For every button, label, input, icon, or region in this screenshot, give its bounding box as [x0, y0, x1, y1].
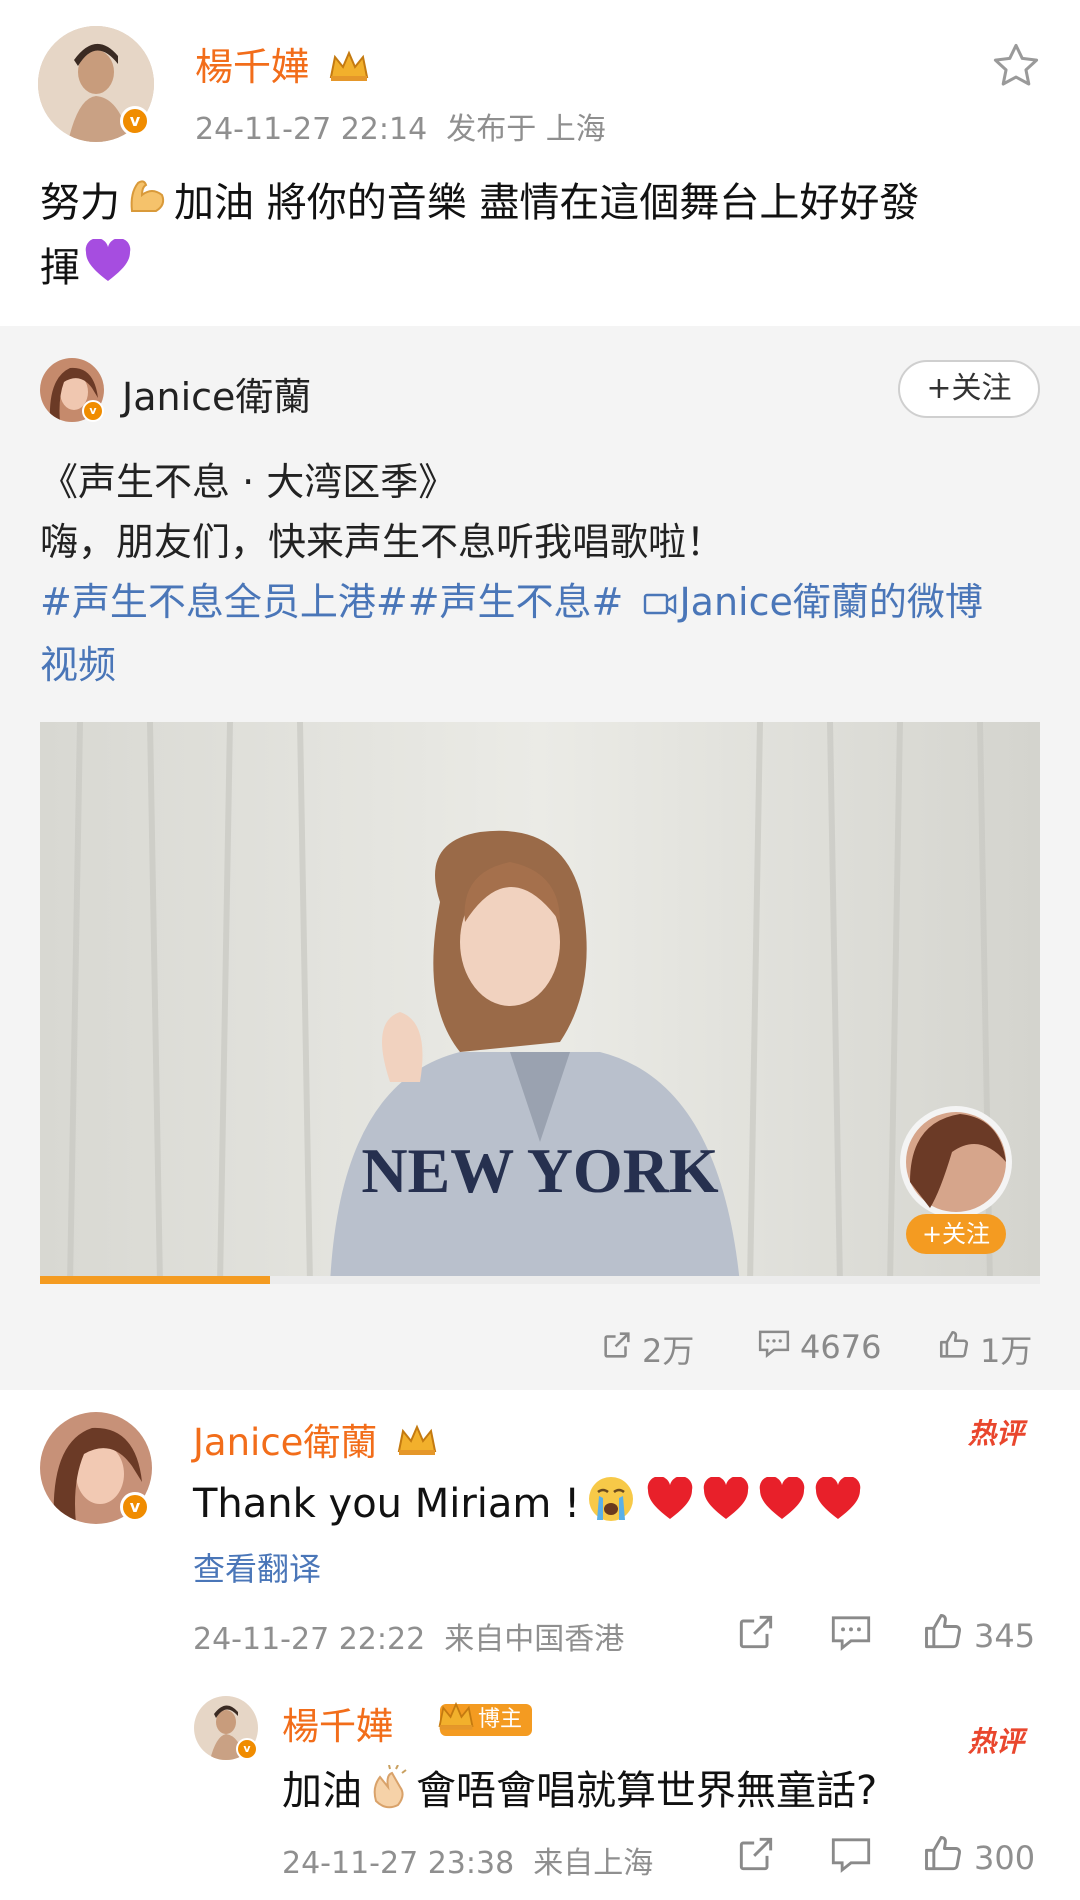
reply-share-icon[interactable] — [734, 1832, 778, 1880]
follow-button[interactable]: +关注 — [898, 360, 1040, 418]
comment-icon — [756, 1326, 792, 1368]
crown-icon — [327, 48, 371, 92]
reply-comment-icon[interactable] — [828, 1832, 874, 1880]
video-player[interactable]: NEW YORK — [40, 722, 1040, 1284]
comment-meta: 24-11-27 22:22 来自中国香港 — [193, 1614, 624, 1658]
post-time: 24-11-27 22:14 — [195, 112, 428, 147]
reply-time: 24-11-27 23:38 — [282, 1846, 515, 1881]
translate-link[interactable]: 查看翻译 — [193, 1544, 321, 1590]
video-progress-bar[interactable] — [40, 1276, 1040, 1284]
video-camera-icon — [643, 575, 677, 635]
comment-like-button[interactable]: 345 — [920, 1610, 1035, 1662]
comment-count[interactable]: 4676 — [756, 1326, 881, 1368]
flexed-biceps-icon — [124, 173, 170, 237]
crown-icon — [395, 1423, 439, 1466]
hot-comment-badge: 热评 — [968, 1725, 1025, 1758]
post-meta: 24-11-27 22:14 发布于 上海 — [195, 104, 606, 148]
video-follow-button[interactable]: +关注 — [906, 1214, 1006, 1254]
comment-share-icon[interactable] — [734, 1610, 778, 1658]
crying-face-icon — [586, 1474, 636, 1534]
video-progress-fill — [40, 1276, 270, 1284]
purple-heart-icon — [84, 238, 132, 301]
video-link-continuation[interactable]: 视频 — [40, 635, 1050, 695]
verified-badge-icon: v — [120, 106, 150, 136]
verified-badge-icon: v — [236, 1738, 258, 1760]
thumbs-up-icon — [920, 1610, 966, 1662]
reply-meta: 24-11-27 23:38 来自上海 — [282, 1838, 653, 1882]
post-text: 努力 加油 將你的音樂 盡情在這個舞台上好好發 揮 — [40, 172, 1040, 301]
red-heart-icon — [646, 1476, 694, 1531]
red-heart-icon — [702, 1476, 750, 1531]
comment-location: 来自中国香港 — [444, 1622, 625, 1657]
thumbs-up-icon — [936, 1328, 972, 1370]
reply-text: 加油 會唔會唱就算世界無童話? — [282, 1758, 877, 1821]
reply-like-button[interactable]: 300 — [920, 1832, 1035, 1884]
comment-reply-icon[interactable] — [828, 1610, 874, 1658]
like-count[interactable]: 1万 — [936, 1326, 1032, 1372]
comment-text: Thank you Miriam ! — [193, 1474, 866, 1534]
repost-text: 《声生不息 · 大湾区季》 嗨，朋友们，快来声生不息听我唱歌啦！ #声生不息全员… — [40, 452, 1050, 695]
video-frame: NEW YORK — [40, 722, 1040, 1284]
reply-author-name[interactable]: 楊千嬅 — [282, 1696, 393, 1750]
blogger-badge: 博主 — [438, 1701, 533, 1736]
thumbs-up-icon — [920, 1832, 966, 1884]
reply-location: 来自上海 — [533, 1846, 654, 1881]
shirt-print-text: NEW YORK — [361, 1135, 719, 1206]
comment-author-name[interactable]: Janice衛蘭 — [193, 1412, 439, 1466]
clapping-hands-icon — [366, 1764, 412, 1821]
repost-count[interactable]: 2万 — [600, 1326, 694, 1372]
share-icon — [600, 1328, 634, 1370]
video-link[interactable]: Janice衛蘭的微博 — [635, 580, 983, 624]
repost-body-line: 嗨，朋友们，快来声生不息听我唱歌啦！ — [40, 520, 725, 564]
comment-like-count: 345 — [974, 1617, 1036, 1655]
verified-badge-icon: v — [120, 1492, 150, 1522]
hot-comment-badge: 热评 — [968, 1417, 1025, 1450]
repost-title-line: 《声生不息 · 大湾区季》 — [40, 460, 457, 504]
hashtag-link[interactable]: #声生不息# — [408, 580, 624, 624]
verified-badge-icon: v — [82, 400, 104, 422]
crown-icon — [436, 1698, 476, 1744]
reply-like-count: 300 — [974, 1839, 1036, 1877]
repost-author-name[interactable]: Janice衛蘭 — [122, 366, 311, 421]
hashtag-link[interactable]: #声生不息全员上港# — [40, 580, 408, 624]
red-heart-icon — [758, 1476, 806, 1531]
post-location: 发布于 上海 — [446, 112, 606, 147]
red-heart-icon — [814, 1476, 862, 1531]
favorite-star-icon[interactable] — [990, 40, 1042, 96]
post-author-name[interactable]: 楊千嬅 — [195, 36, 371, 92]
comment-time: 24-11-27 22:22 — [193, 1622, 426, 1657]
